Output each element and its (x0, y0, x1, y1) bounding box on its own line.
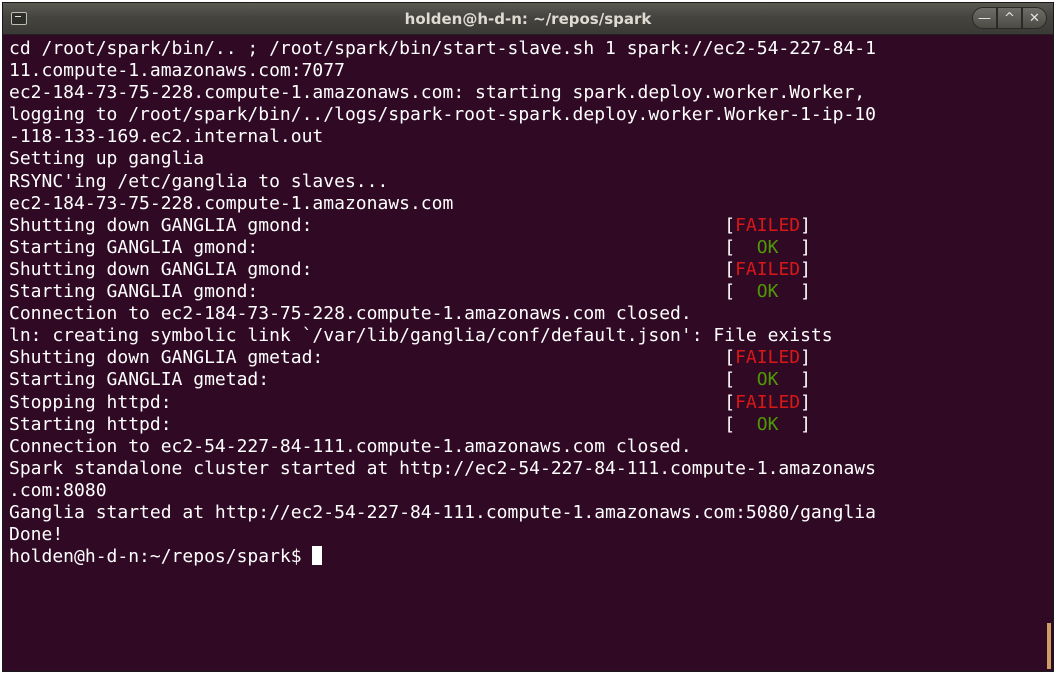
terminal-line: Shutting down GANGLIA gmond: [FAILED] (9, 214, 811, 236)
terminal-line-text: Stopping httpd: (9, 391, 172, 413)
terminal-line: ln: creating symbolic link `/var/lib/gan… (9, 325, 1053, 347)
terminal-window: holden@h-d-n: ~/repos/spark — ^ ✕ cd /ro… (2, 2, 1054, 672)
status-failed: FAILED (735, 258, 801, 280)
terminal-line: Ganglia started at http://ec2-54-227-84-… (9, 502, 1053, 524)
status-failed: FAILED (735, 391, 801, 413)
terminal-line-text: Connection to ec2-54-227-84-111.compute-… (9, 435, 692, 457)
status-ok: OK (735, 369, 801, 391)
terminal-line: Connection to ec2-184-73-75-228.compute-… (9, 303, 1053, 325)
prompt-line[interactable]: holden@h-d-n:~/repos/spark$ (9, 546, 1053, 568)
terminal-line: ec2-184-73-75-228.compute-1.amazonaws.co… (9, 82, 1053, 104)
terminal-line: Starting GANGLIA gmond: [ OK ] (9, 236, 811, 258)
terminal-line-text: Starting httpd: (9, 413, 172, 435)
terminal-line: RSYNC'ing /etc/ganglia to slaves... (9, 171, 1053, 193)
terminal-line-text: Shutting down GANGLIA gmond: (9, 258, 313, 280)
terminal-line: Stopping httpd: [FAILED] (9, 391, 811, 413)
minimize-button[interactable]: — (972, 7, 997, 29)
terminal-line-text: Connection to ec2-184-73-75-228.compute-… (9, 303, 692, 325)
title-bar[interactable]: holden@h-d-n: ~/repos/spark — ^ ✕ (3, 3, 1053, 35)
terminal-line-text: 11.compute-1.amazonaws.com:7077 (9, 60, 345, 82)
terminal-line-text: Ganglia started at http://ec2-54-227-84-… (9, 501, 876, 523)
terminal-line-text: ec2-184-73-75-228.compute-1.amazonaws.co… (9, 82, 866, 104)
terminal-line: Setting up ganglia (9, 148, 1053, 170)
terminal-line: Starting GANGLIA gmetad: [ OK ] (9, 369, 811, 391)
terminal-line-text: .com:8080 (9, 479, 107, 501)
shell-prompt: holden@h-d-n:~/repos/spark$ (9, 546, 313, 568)
status-ok: OK (735, 281, 801, 303)
terminal-line: logging to /root/spark/bin/../logs/spark… (9, 104, 1053, 126)
terminal-line-text: RSYNC'ing /etc/ganglia to slaves... (9, 170, 389, 192)
terminal-line: 11.compute-1.amazonaws.com:7077 (9, 60, 1053, 82)
terminal-line-text: Starting GANGLIA gmond: (9, 281, 259, 303)
terminal-line: Shutting down GANGLIA gmond: [FAILED] (9, 258, 811, 280)
status-ok: OK (735, 413, 801, 435)
status-failed: FAILED (735, 347, 801, 369)
terminal-line: Spark standalone cluster started at http… (9, 458, 1053, 480)
terminal-line: Starting httpd: [ OK ] (9, 413, 811, 435)
terminal-line: Shutting down GANGLIA gmetad: [FAILED] (9, 347, 811, 369)
status-ok: OK (735, 236, 801, 258)
text-cursor (312, 546, 323, 566)
close-button[interactable]: ✕ (1022, 7, 1047, 29)
terminal-line-text: Spark standalone cluster started at http… (9, 457, 876, 479)
terminal-line-text: ln: creating symbolic link `/var/lib/gan… (9, 325, 833, 347)
terminal-line-text: cd /root/spark/bin/.. ; /root/spark/bin/… (9, 38, 876, 59)
terminal-line: ec2-184-73-75-228.compute-1.amazonaws.co… (9, 193, 1053, 215)
terminal-line-text: Shutting down GANGLIA gmond: (9, 214, 313, 236)
maximize-button[interactable]: ^ (997, 7, 1022, 29)
terminal-line-text: Starting GANGLIA gmetad: (9, 369, 270, 391)
window-controls: — ^ ✕ (972, 7, 1047, 29)
terminal-line-text: Starting GANGLIA gmond: (9, 236, 259, 258)
window-title: holden@h-d-n: ~/repos/spark (404, 10, 652, 28)
terminal-line-text: Done! (9, 524, 64, 546)
terminal-line: Connection to ec2-54-227-84-111.compute-… (9, 436, 1053, 458)
terminal-line: Done! (9, 524, 1053, 546)
scrollbar-thumb[interactable] (1047, 623, 1051, 669)
terminal-line: .com:8080 (9, 480, 1053, 502)
terminal-line-text: Shutting down GANGLIA gmetad: (9, 347, 324, 369)
status-failed: FAILED (735, 214, 801, 236)
terminal-line: Starting GANGLIA gmond: [ OK ] (9, 281, 811, 303)
terminal-line: -118-133-169.ec2.internal.out (9, 126, 1053, 148)
terminal-line: cd /root/spark/bin/.. ; /root/spark/bin/… (9, 38, 1053, 60)
terminal-output[interactable]: cd /root/spark/bin/.. ; /root/spark/bin/… (3, 36, 1053, 671)
terminal-line-text: ec2-184-73-75-228.compute-1.amazonaws.co… (9, 192, 454, 214)
terminal-line-text: logging to /root/spark/bin/../logs/spark… (9, 104, 876, 126)
terminal-line-text: Setting up ganglia (9, 148, 205, 170)
terminal-line-text: -118-133-169.ec2.internal.out (9, 126, 324, 148)
